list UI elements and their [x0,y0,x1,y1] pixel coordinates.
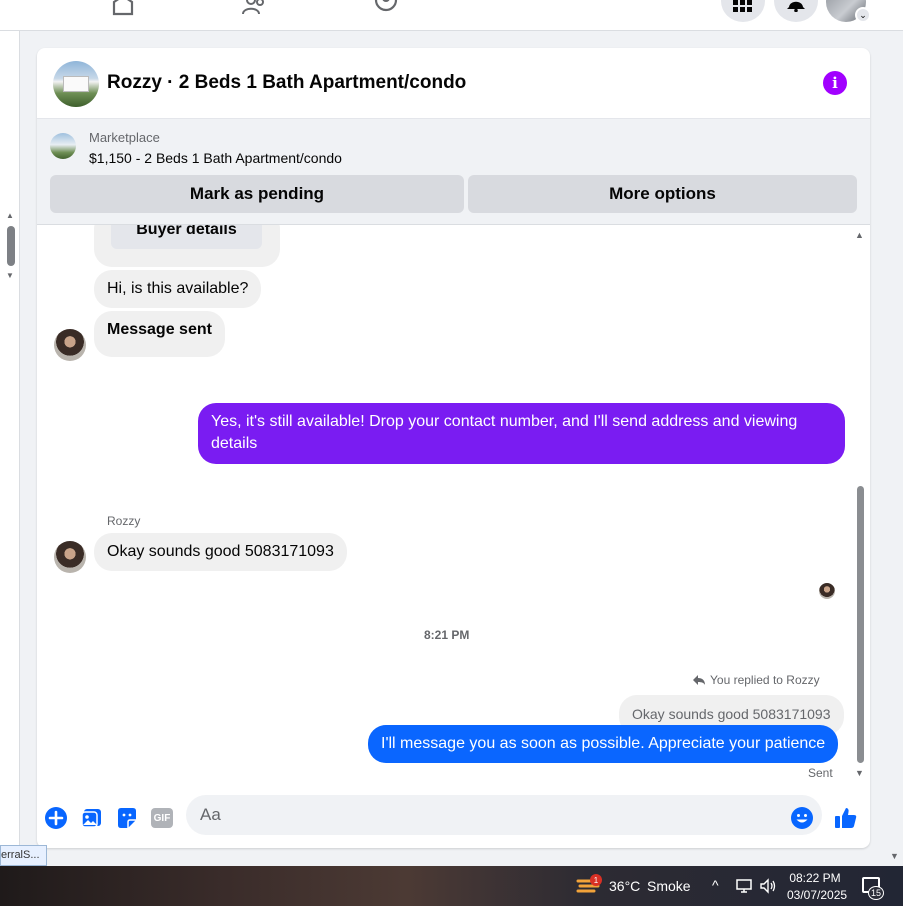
message-timestamp: 8:21 PM [424,628,470,642]
read-receipt-avatar [819,583,835,599]
message-bubble: Message sent [94,311,225,357]
buyer-details-card: Buyer details [94,225,280,267]
volume-icon[interactable] [759,878,777,894]
message-bubble-outgoing: I'll message you as soon as possible. Ap… [368,725,839,763]
gaming-nav-icon[interactable] [373,0,403,18]
more-options-button[interactable]: More options [468,175,857,213]
emoji-icon[interactable] [789,805,815,831]
photo-icon[interactable] [79,805,105,831]
buyer-details-button[interactable]: Buyer details [111,225,262,249]
weather-condition[interactable]: Smoke [647,878,691,894]
notification-count-badge: 15 [868,886,884,900]
sender-avatar[interactable] [54,541,86,573]
chat-panel: Rozzy · 2 Beds 1 Bath Apartment/condo i … [37,48,870,848]
tab-tooltip: erralS... [0,845,47,866]
listing-thumbnail[interactable] [50,133,76,159]
sender-avatar[interactable] [54,329,86,361]
bell-icon [787,1,805,12]
message-bubble: Okay sounds good 5083171093 [94,533,347,571]
reply-indicator-text: You replied to Rozzy [710,673,820,687]
weather-badge: 1 [590,874,602,886]
reply-arrow-icon [693,675,705,685]
message-composer: GIF [37,793,870,848]
taskbar: 1 36°C Smoke ^ 08:22 PM 03/07/2025 15 [0,866,903,906]
scroll-down-arrow-icon[interactable]: ▼ [855,768,864,778]
sticker-icon[interactable] [114,805,140,831]
left-scrollbar-thumb[interactable] [7,226,15,266]
listing-avatar[interactable] [53,61,99,107]
menu-button[interactable] [721,0,765,22]
gif-icon[interactable]: GIF [149,805,175,831]
message-bubble-outgoing: Yes, it's still available! Drop your con… [198,403,845,464]
marketplace-banner: Marketplace $1,150 - 2 Beds 1 Bath Apart… [37,119,870,225]
message-scrollbar-thumb[interactable] [857,486,864,763]
sender-name: Rozzy [107,514,141,528]
marketplace-nav-icon[interactable] [110,0,140,18]
listing-price[interactable]: $1,150 - 2 Beds 1 Bath Apartment/condo [89,150,342,166]
message-input[interactable] [186,795,822,835]
account-chevron-icon[interactable]: ⌄ [855,7,871,23]
clock-date: 03/07/2025 [787,888,848,902]
show-hidden-icons-chevron-icon[interactable]: ^ [712,877,719,893]
page-scroll-down-icon[interactable]: ▼ [890,851,899,861]
top-nav: ⌄ [0,0,903,31]
like-thumbs-up-icon[interactable] [833,805,859,831]
grid-icon [733,0,752,12]
mark-as-pending-button[interactable]: Mark as pending [50,175,464,213]
message-bubble: Hi, is this available? [94,270,262,308]
groups-nav-icon[interactable] [241,0,271,18]
notifications-button[interactable] [774,0,818,22]
scroll-up-arrow-icon[interactable]: ▲ [6,211,14,220]
temperature[interactable]: 36°C [609,878,640,894]
message-list: Buyer details Hi, is this available? Mes… [37,225,870,793]
gif-label: GIF [151,808,173,828]
clock-time: 08:22 PM [789,871,841,885]
chat-title[interactable]: Rozzy · 2 Beds 1 Bath Apartment/condo [107,72,466,94]
left-sidebar-edge: ▲ ▼ [0,31,20,866]
chat-header: Rozzy · 2 Beds 1 Bath Apartment/condo i [37,48,870,119]
scroll-down-arrow-icon[interactable]: ▼ [6,271,14,280]
marketplace-label: Marketplace [89,130,160,145]
plus-icon[interactable] [43,805,69,831]
taskbar-clock[interactable]: 08:22 PM 03/07/2025 [787,870,848,904]
info-icon[interactable]: i [823,71,847,95]
network-icon[interactable] [735,878,753,894]
scroll-up-arrow-icon[interactable]: ▲ [855,230,864,240]
message-status: Sent [808,766,833,780]
reply-indicator: You replied to Rozzy [692,673,820,687]
